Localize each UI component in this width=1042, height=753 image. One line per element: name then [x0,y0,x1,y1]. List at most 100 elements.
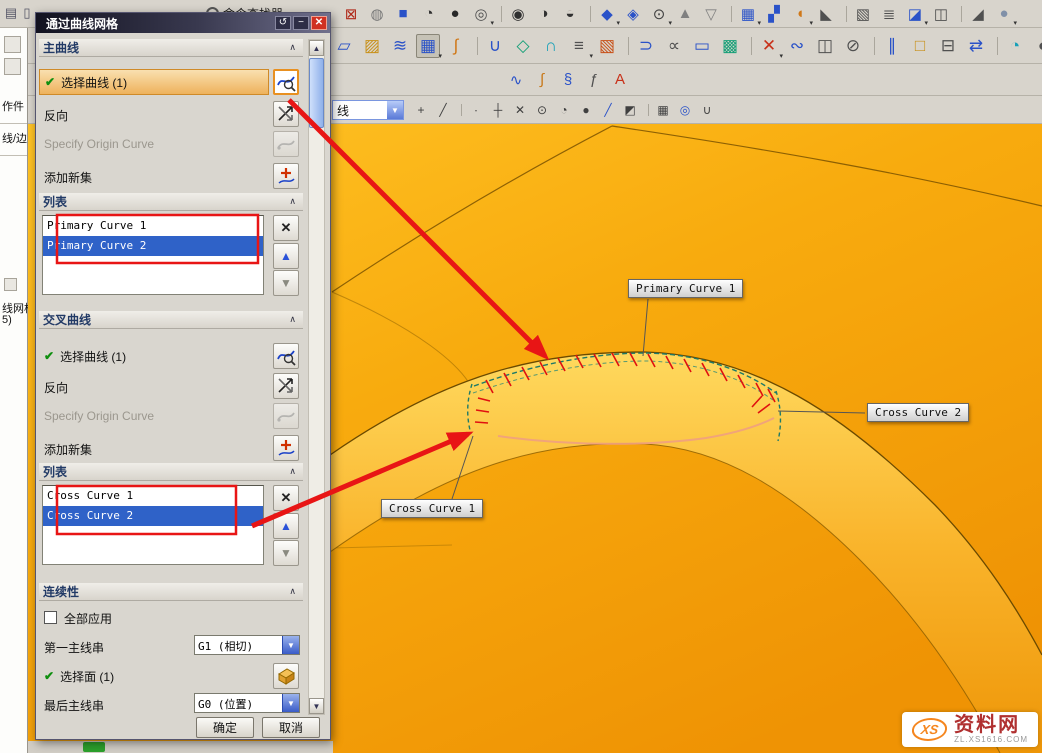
swept-icon[interactable]: ∫ [444,34,468,58]
fill-surface-icon[interactable]: ▩ [718,34,742,58]
law-curve-icon[interactable]: ƒ [583,69,605,91]
last-primary-dropdown[interactable]: G0 (位置) ▼ [194,693,300,713]
collapse-chevron-icon[interactable]: ∧ [286,42,299,53]
primary-curve-list[interactable]: Primary Curve 1 Primary Curve 2 [42,215,264,295]
x-form-icon[interactable]: ✕▾ [757,34,781,58]
primary-curve-select-button[interactable] [273,69,299,95]
collapse-chevron-icon[interactable]: ∧ [286,466,299,477]
law-extension-icon[interactable]: ∝ [662,34,686,58]
sphere-icon[interactable]: ◍ [366,3,388,25]
cross-curve-item-2[interactable]: Cross Curve 2 [43,506,263,526]
dropdown-caret-icon[interactable]: ▾ [616,19,620,27]
cross-reverse-button[interactable] [273,373,299,399]
surface-analysis-icon[interactable]: ◔ [1003,34,1027,58]
chamfer-icon[interactable]: ◣ [815,3,837,25]
cross-curve-2-tag[interactable]: Cross Curve 2 [867,403,969,422]
collapse-chevron-icon[interactable]: ∧ [286,314,299,325]
extension-surface-icon[interactable]: ⊃ [634,34,658,58]
sew-icon[interactable]: ∥ [880,34,904,58]
taskbar-button-fragment[interactable] [83,742,105,752]
intersection-snap-icon[interactable]: ✕ [511,101,529,119]
dropdown-caret-icon[interactable]: ▾ [668,19,672,27]
bounded-plane-icon[interactable]: ▭ [690,34,714,58]
dialog-reset-icon[interactable]: ↺ [275,16,291,30]
cross-curve-list[interactable]: Cross Curve 1 Cross Curve 2 [42,485,264,565]
magnet-icon[interactable]: ∪ [698,101,716,119]
cross-list-remove-button[interactable]: ✕ [273,485,299,511]
sphere-dark-icon[interactable]: ● [444,3,466,25]
resource-tab-icon-2[interactable] [4,58,21,75]
helix-icon[interactable]: § [557,69,579,91]
scroll-down-icon[interactable]: ▼ [309,698,324,714]
selection-scope-combobox[interactable]: 线 ▼ [332,100,404,120]
extrude-icon[interactable]: ◆▾ [596,3,618,25]
mirror-feature-icon[interactable]: ▞ [763,3,785,25]
existing-point-snap-icon[interactable]: ● [577,101,595,119]
control-point-snap-icon[interactable]: ┼ [489,101,507,119]
cross-curve-select-button[interactable] [273,343,299,369]
delete-edge-icon[interactable]: ⊟ [936,34,960,58]
primary-curves-header[interactable]: 主曲线 ∧ [39,39,303,57]
thread-icon[interactable]: ≣ [878,3,900,25]
snip-surface-icon[interactable]: ⊘ [841,34,865,58]
draft-icon[interactable]: ◢ [967,3,989,25]
unite-icon[interactable]: ◉ [507,3,529,25]
collapse-chevron-icon[interactable]: ∧ [286,586,299,597]
new-file-icon[interactable]: ▯ [18,4,36,22]
primary-list-header[interactable]: 列表 ∧ [39,193,303,211]
studio-surface-icon[interactable]: ∩ [539,34,563,58]
split-body-icon[interactable]: ◫ [930,3,952,25]
scrollbar-thumb[interactable] [309,58,324,128]
dropdown-caret-icon[interactable]: ▾ [809,19,813,27]
snapshot-icon[interactable]: ⊠ [340,3,362,25]
cylinder-icon[interactable]: ◎▾ [470,3,492,25]
n-sided-surface-icon[interactable]: ◇ [511,34,535,58]
arc-center-snap-icon[interactable]: ⊙ [533,101,551,119]
reflection-analysis-icon[interactable]: ◐ [1031,34,1042,58]
collapse-chevron-icon[interactable]: ∧ [286,196,299,207]
primary-add-set-button[interactable] [273,163,299,189]
grid-snap-icon[interactable]: ▦ [654,101,672,119]
cross-add-set-button[interactable] [273,435,299,461]
dropdown-caret-icon[interactable]: ▾ [924,19,928,27]
dropdown-caret-icon[interactable]: ▾ [1013,19,1017,27]
offset-surface-icon[interactable]: ≡▾ [567,34,591,58]
pattern-feature-icon[interactable]: ▦▾ [737,3,759,25]
apply-all-checkbox[interactable] [44,611,57,624]
boolean-icon[interactable]: ◔ [418,3,440,25]
untrim-icon[interactable]: □ [908,34,932,58]
snap-point-toggle-icon[interactable]: + [412,101,430,119]
trimmed-sheet-icon[interactable]: ▧ [595,34,619,58]
shaded-cylinder-icon[interactable]: ●▾ [993,3,1015,25]
dialog-titlebar[interactable]: 通过曲线网格 ↺ − ✕ [36,13,330,33]
cross-curves-header[interactable]: 交叉曲线 ∧ [39,311,303,329]
match-edge-icon[interactable]: ⇄ [964,34,988,58]
resource-tab-icon[interactable] [4,36,21,53]
cross-curve-1-tag[interactable]: Cross Curve 1 [381,499,483,518]
dropdown-arrow-icon[interactable]: ▼ [282,694,299,712]
i-form-icon[interactable]: ∾ [785,34,809,58]
primary-reverse-button[interactable] [273,101,299,127]
cross-list-move-up-button[interactable]: ▲ [273,513,299,539]
curve-on-surface-icon[interactable]: ∫ [531,69,553,91]
ruled-surface-icon[interactable]: ▨ [360,34,384,58]
boss-icon[interactable]: ▲ [674,3,696,25]
point-on-curve-snap-icon[interactable]: ╱ [599,101,617,119]
block-icon[interactable]: ■ [392,3,414,25]
primary-curve-item-2[interactable]: Primary Curve 2 [43,236,263,256]
primary-list-move-up-button[interactable]: ▲ [273,243,299,269]
ok-button[interactable]: 确定 [196,717,254,738]
continuity-header[interactable]: 连续性 ∧ [39,583,303,601]
cross-list-move-down-button[interactable]: ▼ [273,540,299,566]
dropdown-caret-icon[interactable]: ▾ [438,52,442,60]
through-curves-icon[interactable]: ≋ [388,34,412,58]
dropdown-caret-icon[interactable]: ▾ [589,52,593,60]
cross-list-header[interactable]: 列表 ∧ [39,463,303,481]
shell-icon[interactable]: ▧ [852,3,874,25]
end-point-snap-icon[interactable]: ╱ [434,101,452,119]
primary-curve-item-1[interactable]: Primary Curve 1 [43,216,263,236]
text-curve-icon[interactable]: A [609,69,631,91]
dialog-close-icon[interactable]: ✕ [311,16,327,30]
dropdown-caret-icon[interactable]: ▾ [757,19,761,27]
dropdown-caret-icon[interactable]: ▾ [779,52,783,60]
